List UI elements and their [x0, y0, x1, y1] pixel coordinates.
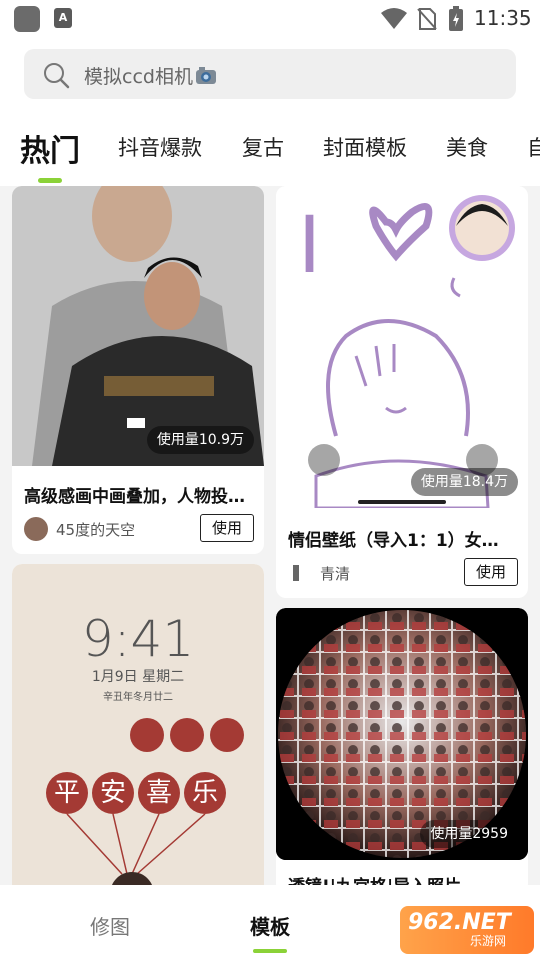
tab-more[interactable]: 自	[527, 132, 540, 162]
camera-emoji-icon	[195, 67, 216, 84]
portrait-photo	[12, 186, 264, 466]
template-thumbnail[interactable]: 使用量10.9万	[12, 186, 264, 466]
search-input[interactable]: 模拟ccd相机	[24, 49, 516, 99]
search-bar-container: 模拟ccd相机	[0, 38, 540, 110]
use-button[interactable]: 使用	[200, 514, 254, 542]
avatar	[24, 517, 48, 541]
template-thumbnail[interactable]: 使用量2959	[276, 608, 528, 860]
app-notification-icon	[14, 6, 40, 32]
author-name: 45度的天空	[56, 520, 136, 539]
template-title: 情侣壁纸（导入1：1）女…	[288, 531, 499, 551]
tab-douyin[interactable]: 抖音爆款	[118, 132, 202, 162]
lock-time: 9:41	[81, 610, 195, 668]
nav-template[interactable]: 模板	[250, 911, 290, 940]
template-card[interactable]: 9:41 1月9日 星期二 辛丑年冬月廿二 平 安 喜 乐	[12, 564, 264, 894]
phrase-char: 安	[92, 772, 134, 814]
template-thumbnail[interactable]: 9:41 1月9日 星期二 辛丑年冬月廿二 平 安 喜 乐	[12, 564, 264, 894]
usage-count: 使用量18.4万	[410, 468, 518, 496]
search-placeholder: 模拟ccd相机	[84, 62, 217, 89]
search-icon	[44, 63, 70, 89]
lock-date: 1月9日 星期二	[91, 669, 185, 685]
tab-hot[interactable]: 热门	[20, 126, 80, 170]
status-time: 11:35	[474, 6, 532, 30]
nav-edit[interactable]: 修图	[90, 911, 130, 940]
balloon-strings	[66, 814, 206, 894]
usage-count: 使用量2959	[420, 820, 518, 848]
template-card[interactable]: I 使用量18.4万 情侣壁纸（导入1：1）女… 青清 使用	[276, 186, 528, 598]
lock-lunar: 辛丑年冬月廿二	[103, 692, 173, 703]
status-bar: A 11:35	[0, 0, 540, 38]
tab-indicator	[38, 178, 62, 183]
template-card[interactable]: 使用量2959 透镜!|九宫格|导入照片	[276, 608, 528, 894]
tab-retro[interactable]: 复古	[242, 132, 284, 162]
template-card[interactable]: 使用量10.9万 高级感画中画叠加，人物投… 45度的天空 使用	[12, 186, 264, 554]
smile-face-icon	[130, 718, 164, 752]
usage-count: 使用量10.9万	[146, 426, 254, 454]
phrase-char: 喜	[138, 772, 180, 814]
avatar	[288, 561, 304, 585]
watermark-logo: 962.NET 乐游网	[400, 906, 534, 954]
keyboard-notification-icon: A	[54, 8, 72, 28]
author: 青清	[288, 560, 350, 586]
battery-charging-icon	[449, 6, 463, 31]
flashlight-icon[interactable]	[308, 444, 340, 476]
use-button[interactable]: 使用	[464, 558, 518, 586]
laugh-face-icon	[210, 718, 244, 752]
template-title: 高级感画中画叠加，人物投…	[24, 487, 245, 507]
author: 45度的天空	[24, 516, 135, 542]
grin-face-icon	[170, 718, 204, 752]
category-tabs: 热门 抖音爆款 复古 封面模板 美食 自	[0, 110, 540, 186]
wifi-icon	[381, 8, 407, 29]
template-thumbnail[interactable]: I 使用量18.4万	[276, 186, 528, 508]
nav-indicator	[253, 949, 287, 953]
no-sim-icon	[417, 8, 437, 30]
watermark-sub: 乐游网	[470, 934, 507, 948]
phrase-char: 平	[46, 772, 88, 814]
svg-text:I: I	[298, 201, 321, 291]
tab-food[interactable]: 美食	[446, 132, 488, 162]
author-name: 青清	[320, 564, 351, 583]
phrase-char: 乐	[184, 772, 226, 814]
tab-cover-template[interactable]: 封面模板	[323, 132, 407, 162]
